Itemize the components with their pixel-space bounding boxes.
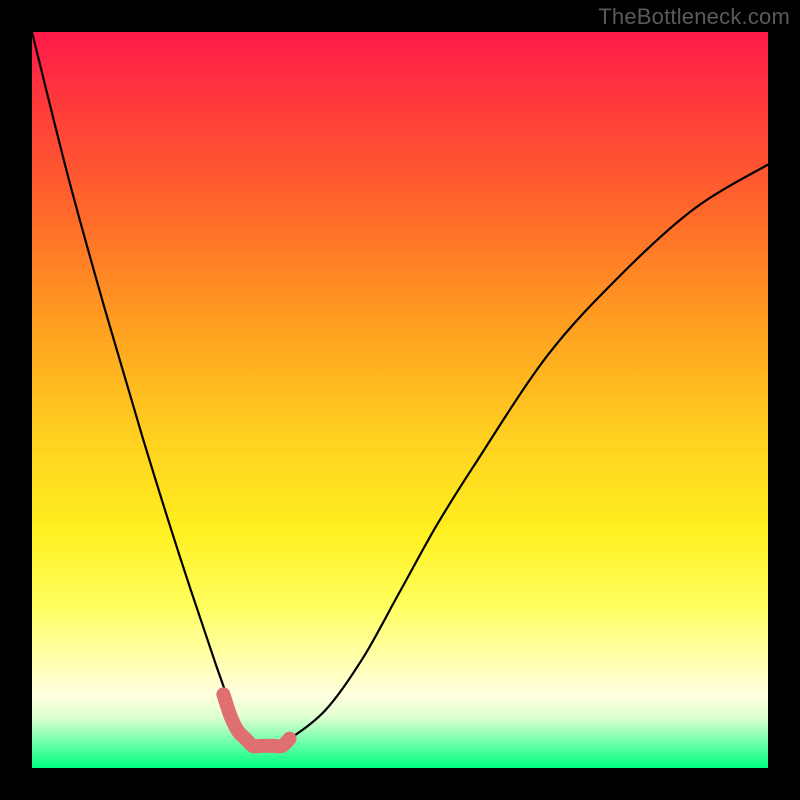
valley-marker-path <box>223 694 289 746</box>
watermark-text: TheBottleneck.com <box>598 4 790 30</box>
curve-path <box>32 32 768 748</box>
chart-svg <box>32 32 768 768</box>
valley-marker-series <box>223 694 289 746</box>
curve-series <box>32 32 768 748</box>
chart-container: TheBottleneck.com <box>0 0 800 800</box>
